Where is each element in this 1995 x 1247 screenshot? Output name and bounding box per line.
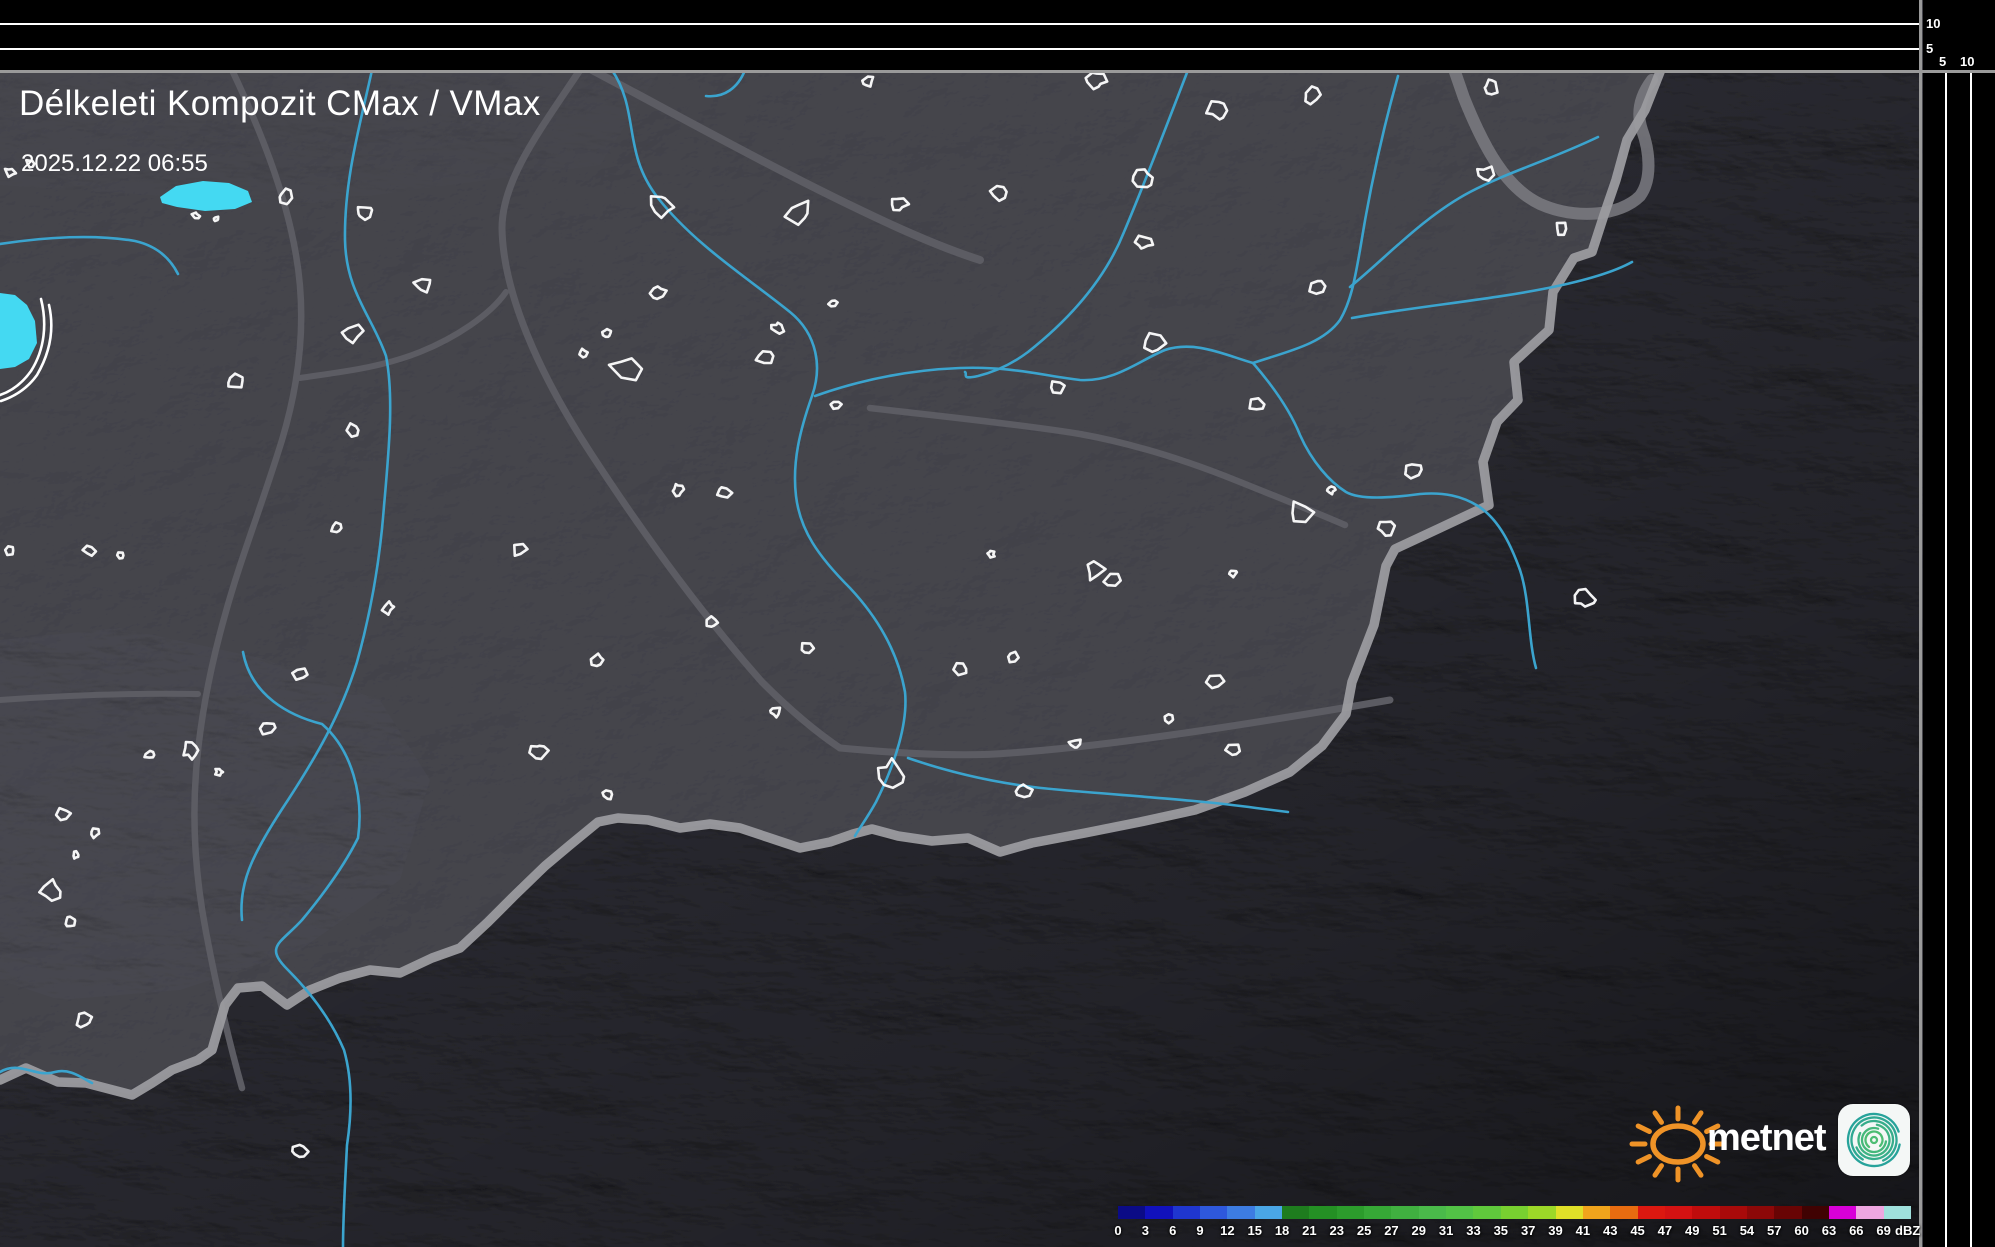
colorbar-cell: [1473, 1206, 1500, 1219]
timestamp: 2025.12.22 06:55: [21, 150, 208, 178]
sun-ray: [1638, 1157, 1649, 1163]
colorbar-cell: [1145, 1206, 1172, 1219]
profile-gridline-5km: [0, 48, 1919, 50]
colorbar-cell: [1118, 1206, 1145, 1219]
colorbar-tick-label: 63: [1822, 1223, 1836, 1238]
colorbar-cell: [1282, 1206, 1309, 1219]
colorbar-tick-label: 49: [1685, 1223, 1699, 1238]
colorbar-cell: [1173, 1206, 1200, 1219]
sun-ray: [1695, 1113, 1702, 1123]
colorbar-cell: [1227, 1206, 1254, 1219]
swirl-arc: [1843, 1109, 1904, 1170]
colorbar-cell: [1556, 1206, 1583, 1219]
colorbar-cell: [1829, 1206, 1856, 1219]
scale-tick-10: 10: [1926, 17, 1940, 30]
colorbar-cell: [1884, 1206, 1911, 1219]
colorbar-tick-label: 39: [1548, 1223, 1562, 1238]
colorbar-tick-label: 25: [1357, 1223, 1371, 1238]
radar-map: [0, 0, 1995, 1247]
colorbar-tick-label: 51: [1712, 1223, 1726, 1238]
colorbar-cell: [1638, 1206, 1665, 1219]
colorbar-cell: [1528, 1206, 1555, 1219]
colorbar-tick-label: 66: [1849, 1223, 1863, 1238]
colorbar-tick-label: 0: [1114, 1223, 1121, 1238]
echo-top-profile-strip: [0, 0, 1922, 71]
sun-ray: [1655, 1166, 1662, 1176]
metnet-app-icon: [1838, 1104, 1910, 1176]
colorbar-tick-label: 18: [1275, 1223, 1289, 1238]
colorbar-cell: [1856, 1206, 1883, 1219]
colorbar-tick-label: 45: [1630, 1223, 1644, 1238]
frame-line-horizontal: [0, 70, 1995, 73]
swirl-arc: [1853, 1119, 1895, 1161]
scale-tick-5-side: 5: [1939, 55, 1946, 68]
radar-viewer: 10 5 5 10 Délkeleti Kompozit CMax / VMax…: [0, 0, 1995, 1247]
colorbar-tick-label: 33: [1466, 1223, 1480, 1238]
colorbar-cell: [1720, 1206, 1747, 1219]
colorbar-tick-label: 57: [1767, 1223, 1781, 1238]
colorbar-tick-label: 6: [1169, 1223, 1176, 1238]
colorbar-tick-label: 43: [1603, 1223, 1617, 1238]
colorbar-cell: [1337, 1206, 1364, 1219]
colorbar-cell: [1802, 1206, 1829, 1219]
colorbar-cell: [1255, 1206, 1282, 1219]
colorbar-tick-label: 27: [1384, 1223, 1398, 1238]
colorbar-cell: [1309, 1206, 1336, 1219]
scale-tick-5: 5: [1926, 42, 1933, 55]
dbz-colorbar: dBZ 036912151821232527293133353739414345…: [1118, 1206, 1948, 1240]
colorbar-tick-label: 37: [1521, 1223, 1535, 1238]
profile-gridline-10km-vertical: [1970, 73, 1972, 1247]
frame-line-vertical: [1919, 0, 1922, 1247]
colorbar-cell: [1200, 1206, 1227, 1219]
sun-ray: [1655, 1113, 1662, 1123]
colorbar-tick-label: 15: [1247, 1223, 1261, 1238]
colorbar-tick-label: 31: [1439, 1223, 1453, 1238]
sun-ray: [1695, 1166, 1702, 1176]
colorbar-unit: dBZ: [1895, 1223, 1920, 1238]
colorbar-tick-label: 21: [1302, 1223, 1316, 1238]
swirl-arc: [1857, 1123, 1891, 1157]
colorbar-cell: [1610, 1206, 1637, 1219]
colorbar-cell: [1665, 1206, 1692, 1219]
swirl-arc: [1844, 1110, 1904, 1170]
colorbar-cell: [1391, 1206, 1418, 1219]
colorbar-cell: [1364, 1206, 1391, 1219]
colorbar-tick-label: 29: [1412, 1223, 1426, 1238]
cyclone-swirl-icon: [1838, 1104, 1910, 1176]
swirl-arc: [1863, 1129, 1885, 1151]
colorbar-labels: dBZ 036912151821232527293133353739414345…: [1118, 1223, 1948, 1240]
logo-text: metnet: [1707, 1117, 1826, 1160]
colorbar-tick-label: 9: [1196, 1223, 1203, 1238]
colorbar-tick-label: 69: [1876, 1223, 1890, 1238]
colorbar-tick-label: 41: [1576, 1223, 1590, 1238]
colorbar-tick-label: 60: [1794, 1223, 1808, 1238]
sun-ray: [1638, 1126, 1649, 1132]
colorbar-tick-label: 54: [1740, 1223, 1754, 1238]
colorbar-cell: [1583, 1206, 1610, 1219]
colorbar-cell: [1692, 1206, 1719, 1219]
colorbar-cell: [1774, 1206, 1801, 1219]
side-profile-strip: [1923, 0, 1995, 1247]
colorbar-cell: [1446, 1206, 1473, 1219]
colorbar-tick-label: 23: [1330, 1223, 1344, 1238]
scale-tick-10-side: 10: [1960, 55, 1974, 68]
colorbar-cell: [1747, 1206, 1774, 1219]
profile-gridline-10km: [0, 23, 1919, 25]
swirl-center: [1871, 1137, 1877, 1143]
colorbar-cell: [1501, 1206, 1528, 1219]
colorbar-cell: [1419, 1206, 1446, 1219]
colorbar-tick-label: 12: [1220, 1223, 1234, 1238]
colorbar-tick-label: 35: [1494, 1223, 1508, 1238]
colorbar-tick-label: 47: [1658, 1223, 1672, 1238]
profile-gridline-5km-vertical: [1945, 73, 1947, 1247]
colorbar-tick-label: 3: [1142, 1223, 1149, 1238]
page-title: Délkeleti Kompozit CMax / VMax: [19, 84, 541, 124]
colorbar-swatches: [1118, 1206, 1911, 1219]
